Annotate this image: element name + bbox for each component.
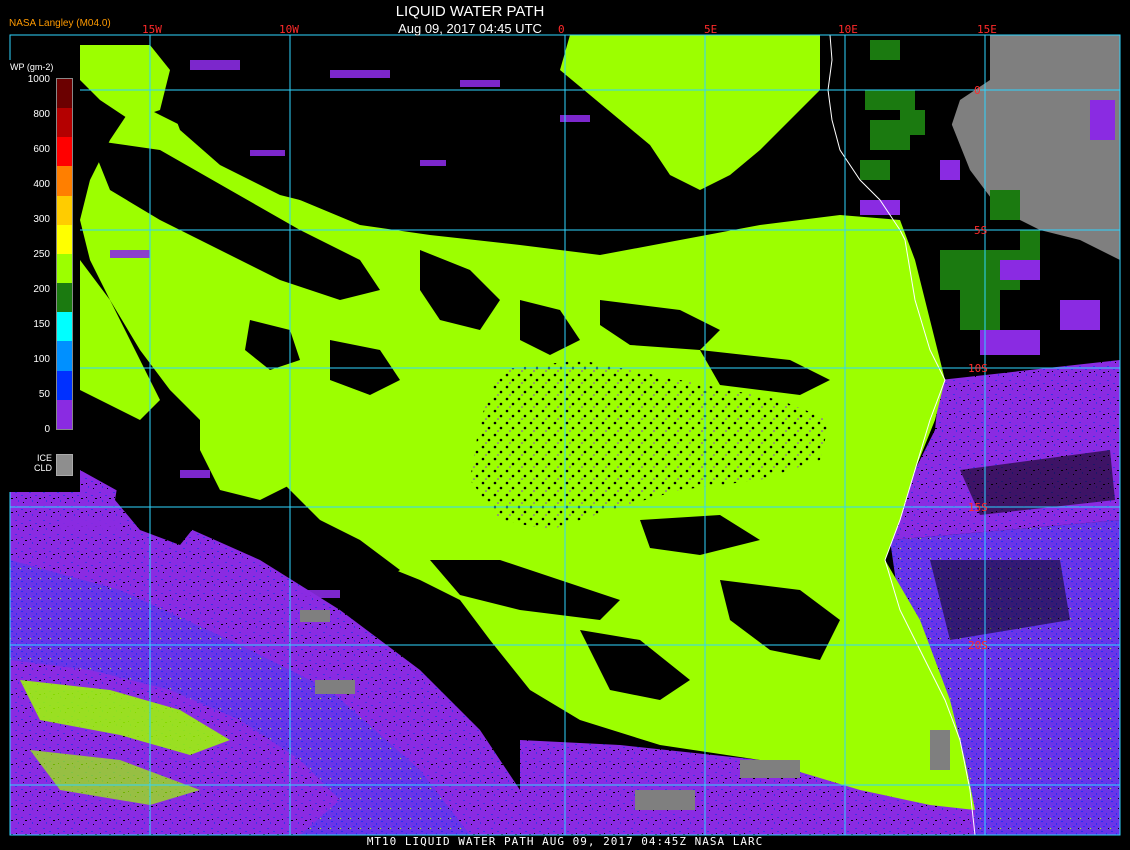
legend-tick: 400 — [33, 179, 50, 190]
legend-tick: 50 — [38, 389, 50, 400]
legend-tick: 250 — [33, 249, 50, 260]
liquid-water-path-map: 15W 10W 0 5E 10E 15E 0 5S 10S 15S 20S — [9, 23, 1121, 836]
ice-cloud-swatch — [56, 454, 73, 476]
legend-swatch — [57, 341, 72, 371]
ice-label-line2: CLD — [33, 463, 52, 473]
legend-unit: WP (gm-2) — [10, 62, 54, 72]
legend-swatch — [57, 79, 72, 109]
legend-swatch — [57, 166, 72, 196]
legend-swatch — [57, 312, 72, 342]
lat-label-5s: 5S — [974, 224, 987, 237]
map-title: LIQUID WATER PATH — [395, 3, 545, 20]
lat-label-20s: 20S — [968, 639, 988, 652]
legend-swatch — [57, 399, 72, 429]
satellite-map-viewer: 15W 10W 0 5E 10E 15E 0 5S 10S 15S 20S LI… — [0, 0, 1130, 850]
lat-label-10s: 10S — [968, 362, 988, 375]
footer-caption: MT10 LIQUID WATER PATH AUG 09, 2017 04:4… — [366, 835, 764, 848]
color-legend: WP (gm-2) 1000 800 600 400 300 250 200 1… — [0, 60, 80, 492]
legend-swatch — [57, 224, 72, 254]
map-datetime: Aug 09, 2017 04:45 UTC — [398, 21, 542, 36]
legend-tick: 300 — [33, 214, 50, 225]
legend-tick: 600 — [33, 144, 50, 155]
legend-tick: 800 — [33, 109, 50, 120]
legend-tick: 1000 — [27, 74, 50, 85]
source-tag: NASA Langley (M04.0) — [9, 18, 111, 29]
ice-cloud-label: ICE CLD — [30, 453, 52, 473]
lon-label-15e: 15E — [977, 23, 997, 36]
legend-tick: 200 — [33, 284, 50, 295]
legend-tick: 100 — [33, 354, 50, 365]
legend-swatch — [57, 283, 72, 313]
legend-swatch — [57, 195, 72, 225]
legend-colorbar — [56, 78, 73, 430]
lat-label-0: 0 — [974, 84, 981, 97]
legend-swatch — [57, 370, 72, 400]
legend-tick: 150 — [33, 319, 50, 330]
ice-label-line1: ICE — [36, 453, 52, 463]
legend-tick: 0 — [44, 424, 50, 435]
legend-swatch — [57, 253, 72, 284]
legend-swatch — [57, 137, 72, 167]
legend-swatch — [57, 108, 72, 138]
lat-label-15s: 15S — [968, 501, 988, 514]
